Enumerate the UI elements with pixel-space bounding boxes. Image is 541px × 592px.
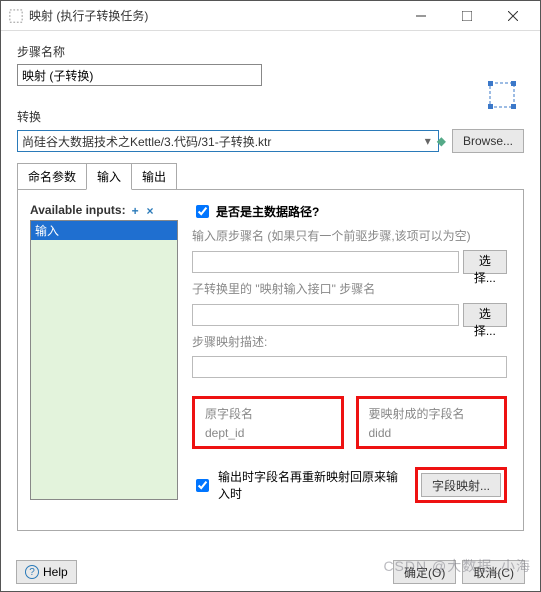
field-mapping-button[interactable]: 字段映射...	[421, 473, 501, 497]
browse-button[interactable]: Browse...	[452, 129, 524, 153]
desc-label: 步骤映射描述:	[192, 333, 507, 350]
sub-step-select-button[interactable]: 选择...	[463, 303, 507, 327]
help-label: Help	[43, 565, 68, 579]
close-button[interactable]	[490, 1, 536, 31]
minimize-icon	[416, 11, 426, 21]
add-input-icon[interactable]: +	[132, 204, 141, 218]
maximize-icon	[462, 11, 472, 21]
target-field-value[interactable]: didd	[369, 426, 392, 440]
orig-field-value[interactable]: dept_id	[205, 426, 244, 440]
dropdown-icon[interactable]: ▾	[425, 134, 431, 148]
tabstrip: 命名参数 输入 输出	[17, 163, 524, 190]
diamond-icon[interactable]: ◆	[437, 134, 446, 148]
orig-step-input[interactable]	[192, 251, 459, 273]
titlebar: 映射 (执行子转换任务)	[1, 1, 540, 31]
desc-input[interactable]	[192, 356, 507, 378]
transform-path-input[interactable]	[17, 130, 439, 152]
help-button[interactable]: ? Help	[16, 560, 77, 584]
orig-step-select-button[interactable]: 选择...	[463, 250, 507, 274]
app-icon	[9, 9, 23, 23]
footer: ? Help 确定(O) 取消(C)	[0, 560, 541, 584]
orig-field-box: 原字段名 dept_id	[192, 396, 344, 449]
step-name-label: 步骤名称	[17, 43, 524, 60]
tab-output[interactable]: 输出	[131, 163, 177, 190]
sub-step-label: 子转换里的 "映射输入接口" 步骤名	[192, 280, 507, 297]
tab-panel-input: Available inputs: + × 输入 是否是主数据路径? 输入原步骤…	[17, 189, 524, 531]
target-field-label: 要映射成的字段名	[369, 405, 495, 422]
cancel-button[interactable]: 取消(C)	[462, 560, 525, 584]
available-inputs-list[interactable]: 输入	[30, 220, 178, 500]
close-icon	[508, 11, 518, 21]
main-path-label: 是否是主数据路径?	[216, 203, 319, 220]
maximize-button[interactable]	[444, 1, 490, 31]
ok-button[interactable]: 确定(O)	[393, 560, 456, 584]
transform-label: 转换	[17, 108, 524, 125]
step-name-input[interactable]	[17, 64, 262, 86]
selection-handles-icon	[488, 81, 516, 109]
rename-back-checkbox[interactable]	[196, 479, 209, 492]
orig-step-label: 输入原步骤名 (如果只有一个前驱步骤,该项可以为空)	[192, 227, 507, 244]
remove-input-icon[interactable]: ×	[146, 204, 155, 218]
target-field-box: 要映射成的字段名 didd	[356, 396, 508, 449]
window-title: 映射 (执行子转换任务)	[29, 7, 398, 24]
minimize-button[interactable]	[398, 1, 444, 31]
help-icon: ?	[25, 565, 39, 579]
main-path-checkbox[interactable]	[196, 205, 209, 218]
rename-back-label: 输出时字段名再重新映射回原来输入时	[218, 468, 409, 502]
tab-input[interactable]: 输入	[86, 163, 132, 190]
field-mapping-highlight: 字段映射...	[415, 467, 507, 503]
sub-step-input[interactable]	[192, 304, 459, 326]
list-item[interactable]: 输入	[31, 221, 177, 240]
available-inputs-label: Available inputs:	[30, 203, 126, 217]
orig-field-label: 原字段名	[205, 405, 331, 422]
tab-params[interactable]: 命名参数	[17, 163, 87, 190]
